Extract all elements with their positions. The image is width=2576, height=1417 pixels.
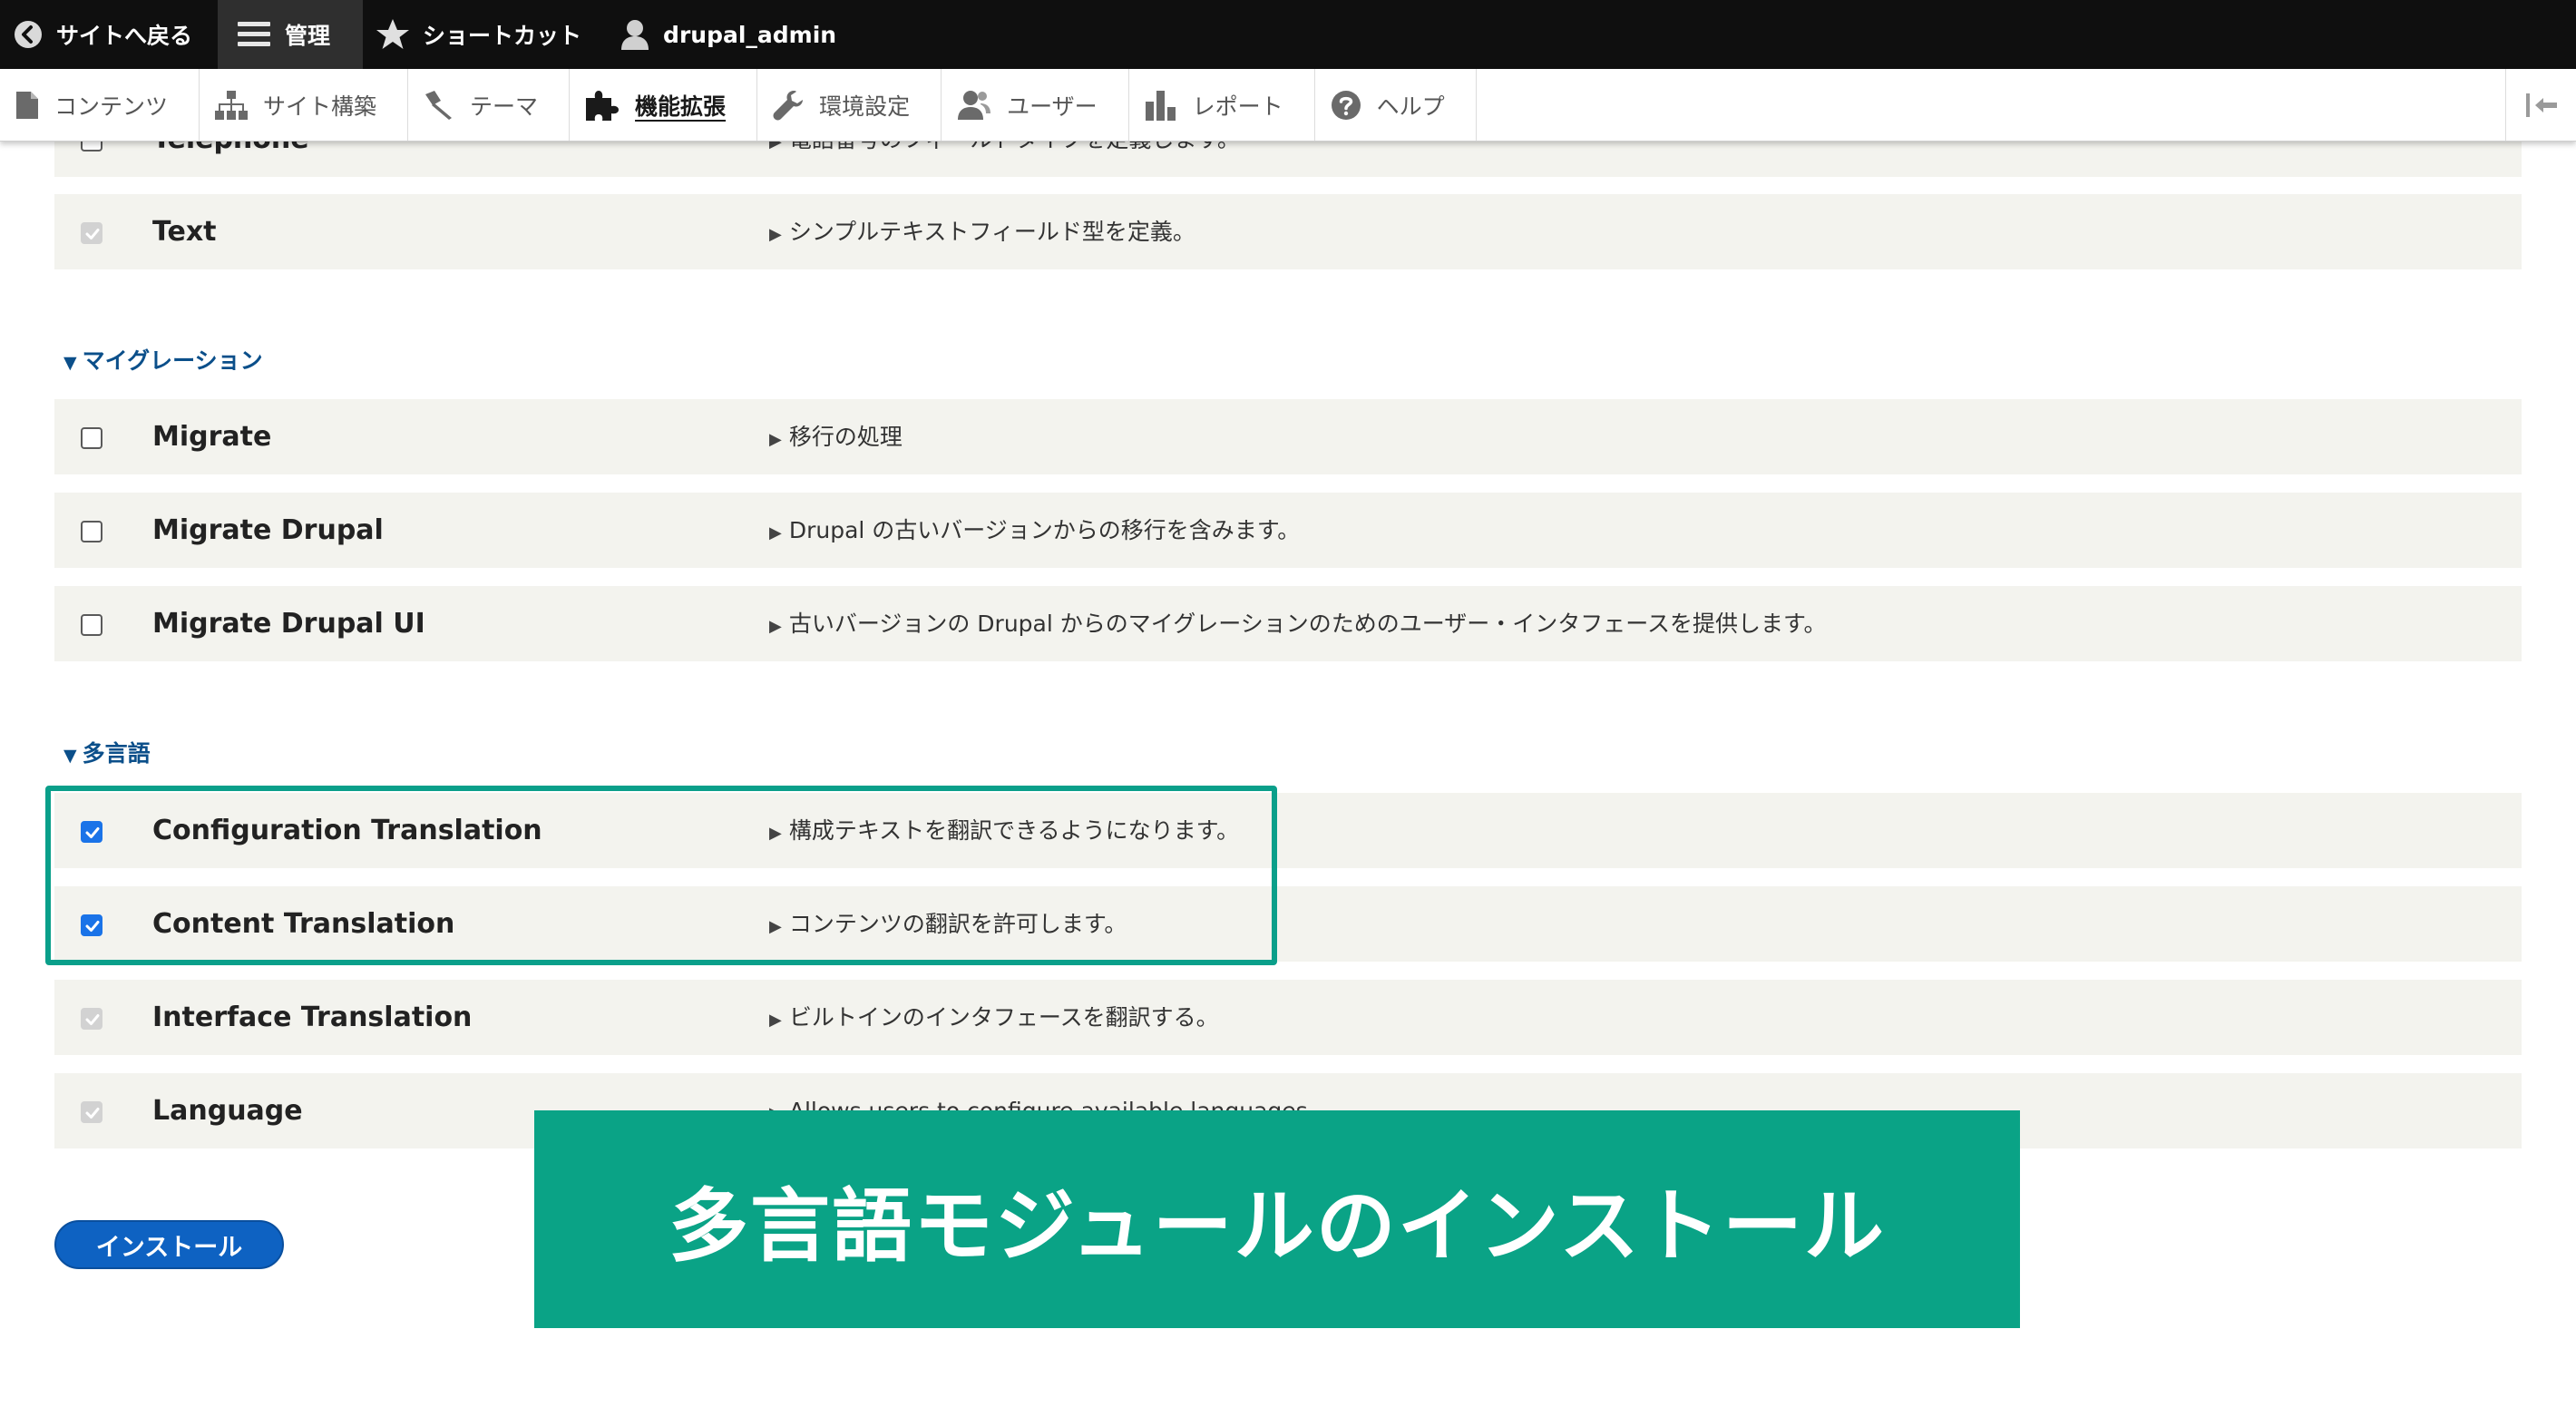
- back-arrow-icon: [15, 21, 42, 48]
- module-checkbox: [81, 1008, 102, 1030]
- admin-tray: コンテンツ サイト構築 テーマ 機能拡張 環境設定 ユーザー レポート ヘルプ: [0, 69, 2576, 142]
- module-description-toggle[interactable]: ▶ Drupal の古いバージョンからの移行を含みます。: [769, 493, 1300, 568]
- puzzle-icon: [586, 90, 620, 121]
- paintbrush-icon: [425, 90, 453, 120]
- module-checkbox[interactable]: [81, 521, 102, 542]
- people-icon: [958, 90, 991, 120]
- hamburger-icon: [238, 22, 271, 46]
- tray-item-people[interactable]: ユーザー: [942, 69, 1129, 141]
- manage-tab[interactable]: 管理: [218, 0, 364, 69]
- module-row-migrate-drupal-ui: Migrate Drupal UI ▶ 古いバージョンの Drupal からのマイ…: [54, 586, 2522, 661]
- wrench-icon: [773, 90, 804, 120]
- module-row-migrate-drupal: Migrate Drupal ▶ Drupal の古いバージョンからの移行を含みま…: [54, 493, 2522, 568]
- section-toggle-multilingual[interactable]: ▼ 多言語: [63, 736, 151, 768]
- help-icon: [1331, 90, 1361, 120]
- module-checkbox: [81, 1101, 102, 1123]
- module-name: Migrate Drupal: [152, 514, 384, 546]
- install-button[interactable]: インストール: [54, 1220, 284, 1269]
- module-name: Migrate Drupal UI: [152, 608, 425, 640]
- bar-chart-icon: [1145, 90, 1176, 121]
- tray-item-content[interactable]: コンテンツ: [0, 69, 200, 141]
- module-description-toggle[interactable]: ▶ ビルトインのインタフェースを翻訳する。: [769, 980, 1219, 1055]
- back-to-site-link[interactable]: サイトへ戻る: [0, 0, 218, 69]
- caption-banner: 多言語モジュールのインストール: [534, 1110, 2020, 1328]
- module-name: Language: [152, 1095, 303, 1127]
- user-label: drupal_admin: [663, 21, 837, 48]
- sitemap-icon: [215, 90, 249, 120]
- module-row-migrate: Migrate ▶ 移行の処理: [54, 399, 2522, 474]
- admin-toolbar: サイトへ戻る 管理 ショートカット drupal_admin: [0, 0, 2576, 69]
- document-icon: [16, 91, 38, 119]
- tray-item-appearance[interactable]: テーマ: [408, 69, 571, 141]
- caption-text: 多言語モジュールのインストール: [668, 1178, 1887, 1273]
- tray-orientation-toggle[interactable]: [2505, 69, 2576, 141]
- user-icon: [621, 20, 649, 50]
- tray-item-help[interactable]: ヘルプ: [1315, 69, 1477, 141]
- star-icon: [376, 19, 410, 49]
- module-list-page: Telephone ▶電話番号のフィールドタイプを定義します。 Text ▶シン…: [0, 0, 2576, 1417]
- shortcuts-tab[interactable]: ショートカット: [363, 0, 607, 69]
- section-toggle-migration[interactable]: ▼ マイグレーション: [63, 343, 263, 376]
- module-checkbox[interactable]: [81, 614, 102, 636]
- shortcuts-label: ショートカット: [423, 23, 582, 49]
- manage-label: 管理: [285, 23, 331, 49]
- tray-item-configuration[interactable]: 環境設定: [757, 69, 942, 141]
- user-tab[interactable]: drupal_admin: [607, 0, 862, 69]
- module-description-toggle[interactable]: ▶ 古いバージョンの Drupal からのマイグレーションのためのユーザー・インタ…: [769, 586, 1827, 661]
- tray-item-reports[interactable]: レポート: [1129, 69, 1315, 141]
- module-checkbox[interactable]: [81, 427, 102, 449]
- module-description-toggle[interactable]: ▶ シンプルテキストフィールド型を定義。: [769, 194, 1195, 269]
- caret-down-icon: ▼: [63, 353, 77, 373]
- module-row-text: Text ▶ シンプルテキストフィールド型を定義。: [54, 194, 2522, 269]
- tray-item-extend[interactable]: 機能拡張: [570, 69, 758, 141]
- highlight-frame: [45, 786, 1277, 965]
- module-name: Migrate: [152, 421, 272, 453]
- collapse-left-icon: [2525, 93, 2557, 117]
- module-row-interface-translation: Interface Translation ▶ ビルトインのインタフェースを翻訳す…: [54, 980, 2522, 1055]
- caret-down-icon: ▼: [63, 746, 77, 766]
- tray-item-structure[interactable]: サイト構築: [200, 69, 409, 141]
- module-name: Text: [152, 216, 217, 248]
- module-name: Interface Translation: [152, 1002, 473, 1033]
- back-to-site-label: サイトへ戻る: [56, 23, 193, 49]
- module-description-toggle[interactable]: ▶ 移行の処理: [769, 399, 903, 474]
- module-checkbox: [81, 222, 102, 244]
